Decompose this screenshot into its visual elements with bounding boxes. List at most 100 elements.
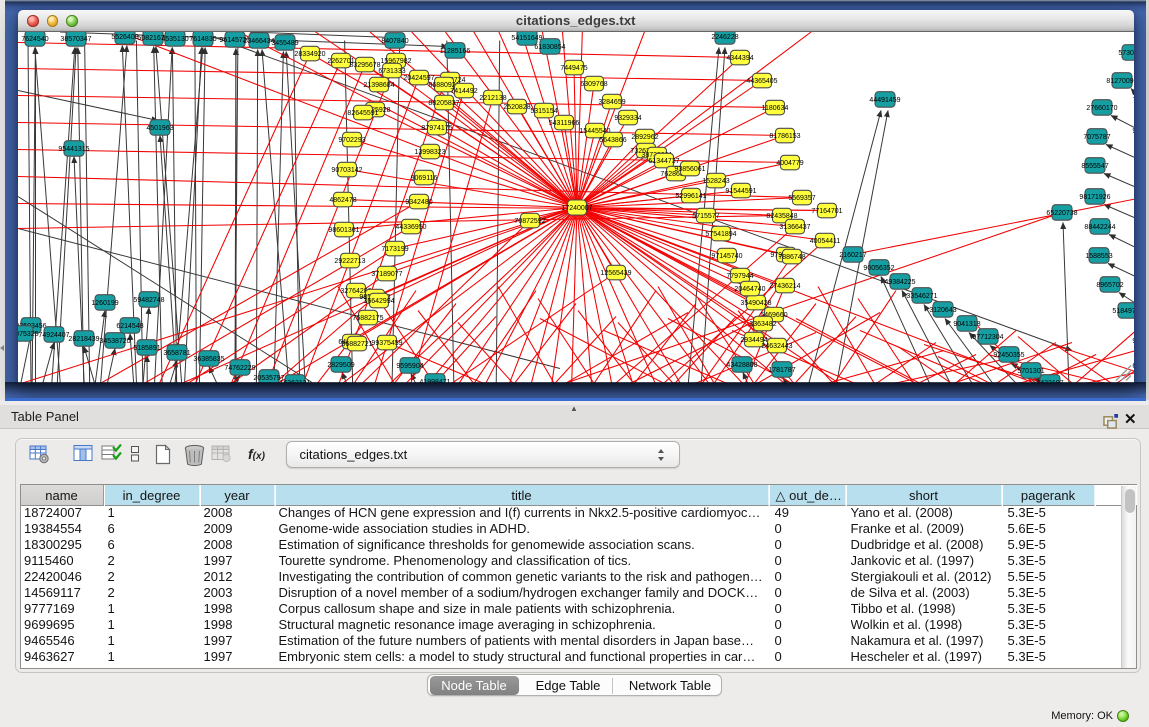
svg-text:8965702: 8965702 xyxy=(1096,281,1123,288)
svg-text:3455489: 3455489 xyxy=(271,39,298,46)
svg-text:1528243: 1528243 xyxy=(702,177,729,184)
svg-text:81270099: 81270099 xyxy=(1106,77,1134,84)
svg-text:1180634: 1180634 xyxy=(761,104,788,111)
svg-text:9090572: 9090572 xyxy=(1132,337,1134,344)
svg-text:37189077: 37189077 xyxy=(371,270,402,277)
svg-text:6214548: 6214548 xyxy=(116,322,143,329)
svg-text:74762229: 74762229 xyxy=(224,364,255,371)
svg-text:28218439: 28218439 xyxy=(68,335,99,342)
svg-text:3284659: 3284659 xyxy=(598,98,625,105)
svg-text:5730535: 5730535 xyxy=(1118,49,1134,56)
svg-text:43428808: 43428808 xyxy=(726,361,757,368)
svg-text:5526408: 5526408 xyxy=(111,33,138,40)
svg-text:7886748: 7886748 xyxy=(778,253,805,260)
svg-text:2212138: 2212138 xyxy=(479,94,506,101)
svg-text:2892962: 2892962 xyxy=(631,133,658,140)
svg-text:27436214: 27436214 xyxy=(769,282,800,289)
svg-text:61344737: 61344737 xyxy=(648,157,679,164)
svg-text:82645591: 82645591 xyxy=(347,109,378,116)
svg-text:2160217: 2160217 xyxy=(839,251,866,258)
svg-text:9041318: 9041318 xyxy=(953,320,980,327)
svg-text:9595904: 9595904 xyxy=(396,362,423,369)
svg-text:9342480: 9342480 xyxy=(405,198,432,205)
svg-text:95441315: 95441315 xyxy=(58,145,89,152)
svg-text:97712304: 97712304 xyxy=(972,333,1003,340)
svg-text:4501963: 4501963 xyxy=(146,124,173,131)
svg-text:38570347: 38570347 xyxy=(60,35,91,42)
svg-text:7449475: 7449475 xyxy=(560,64,587,71)
svg-text:2520828: 2520828 xyxy=(503,103,530,110)
svg-text:6309768: 6309768 xyxy=(580,80,607,87)
svg-text:5701301: 5701301 xyxy=(1017,367,1044,374)
svg-text:3120643: 3120643 xyxy=(929,306,956,313)
svg-text:2246228: 2246228 xyxy=(711,33,738,40)
svg-text:98171926: 98171926 xyxy=(1079,193,1110,200)
svg-text:5643866: 5643866 xyxy=(599,136,626,143)
svg-text:24632443: 24632443 xyxy=(761,342,792,349)
svg-text:90703142: 90703142 xyxy=(331,166,362,173)
svg-text:44491459: 44491459 xyxy=(869,96,900,103)
svg-text:35490428: 35490428 xyxy=(740,299,771,306)
svg-text:98601361: 98601361 xyxy=(328,226,359,233)
svg-text:4535130: 4535130 xyxy=(161,35,188,42)
svg-text:61830854: 61830854 xyxy=(534,43,565,50)
svg-text:4004779: 4004779 xyxy=(776,159,803,166)
svg-text:99375459: 99375459 xyxy=(371,339,402,346)
svg-text:5569357: 5569357 xyxy=(788,194,815,201)
svg-text:81786153: 81786153 xyxy=(769,132,800,139)
svg-text:59482748: 59482748 xyxy=(133,296,164,303)
svg-text:6731333: 6731333 xyxy=(378,67,405,74)
svg-text:5185891: 5185891 xyxy=(133,344,160,351)
svg-text:4344394: 4344394 xyxy=(726,54,753,61)
svg-text:3363482: 3363482 xyxy=(749,320,776,327)
svg-text:49384225: 49384225 xyxy=(884,278,915,285)
svg-text:6218772: 6218772 xyxy=(1132,362,1134,369)
svg-text:7173199: 7173199 xyxy=(381,245,408,252)
svg-text:7624540: 7624540 xyxy=(21,35,48,42)
svg-text:3658781: 3658781 xyxy=(163,349,190,356)
svg-text:5315154: 5315154 xyxy=(530,107,557,114)
svg-text:4862478: 4862478 xyxy=(329,196,356,203)
svg-text:77164701: 77164701 xyxy=(811,207,842,214)
svg-text:92450355: 92450355 xyxy=(993,351,1024,358)
svg-text:54311966: 54311966 xyxy=(548,119,579,126)
svg-text:9702293: 9702293 xyxy=(338,136,365,143)
svg-text:1781787: 1781787 xyxy=(768,366,795,373)
svg-text:36642994: 36642994 xyxy=(363,297,394,304)
svg-text:12565439: 12565439 xyxy=(600,269,631,276)
svg-text:57541894: 57541894 xyxy=(705,230,736,237)
svg-text:21398684: 21398684 xyxy=(363,81,394,88)
svg-text:2829509: 2829509 xyxy=(327,361,354,368)
svg-text:5715577: 5715577 xyxy=(692,212,719,219)
svg-text:9069116: 9069116 xyxy=(410,174,437,181)
svg-text:74924407: 74924407 xyxy=(38,331,69,338)
svg-text:17240007: 17240007 xyxy=(561,204,592,211)
svg-text:7414492: 7414492 xyxy=(450,87,477,94)
svg-text:7614830: 7614830 xyxy=(189,35,216,42)
svg-text:8555547: 8555547 xyxy=(1081,162,1108,169)
svg-text:52996141: 52996141 xyxy=(675,192,706,199)
svg-text:33546271: 33546271 xyxy=(906,292,937,299)
svg-text:91544591: 91544591 xyxy=(725,187,756,194)
svg-text:44365405: 44365405 xyxy=(746,77,777,84)
svg-text:1356669: 1356669 xyxy=(1132,92,1134,99)
svg-text:36385835: 36385835 xyxy=(193,355,224,362)
svg-text:27075325: 27075325 xyxy=(18,330,39,337)
svg-text:8407840: 8407840 xyxy=(381,37,408,44)
svg-text:44336950: 44336950 xyxy=(395,223,426,230)
svg-text:51849718: 51849718 xyxy=(1112,307,1134,314)
svg-text:1260199: 1260199 xyxy=(91,299,118,306)
svg-text:31366437: 31366437 xyxy=(779,223,810,230)
svg-text:36882721: 36882721 xyxy=(341,340,372,347)
svg-text:20464740: 20464740 xyxy=(734,285,765,292)
svg-text:23466434: 23466434 xyxy=(243,37,274,44)
svg-text:76882175: 76882175 xyxy=(352,314,383,321)
svg-text:90056352: 90056352 xyxy=(863,264,894,271)
svg-text:70872592: 70872592 xyxy=(514,217,545,224)
svg-text:20424597: 20424597 xyxy=(403,74,434,81)
svg-text:88205837: 88205837 xyxy=(428,99,459,106)
svg-text:54151649: 54151649 xyxy=(511,34,542,41)
svg-text:27660170: 27660170 xyxy=(1086,104,1117,111)
svg-text:28334920: 28334920 xyxy=(294,50,325,57)
svg-text:11285166: 11285166 xyxy=(439,47,470,54)
